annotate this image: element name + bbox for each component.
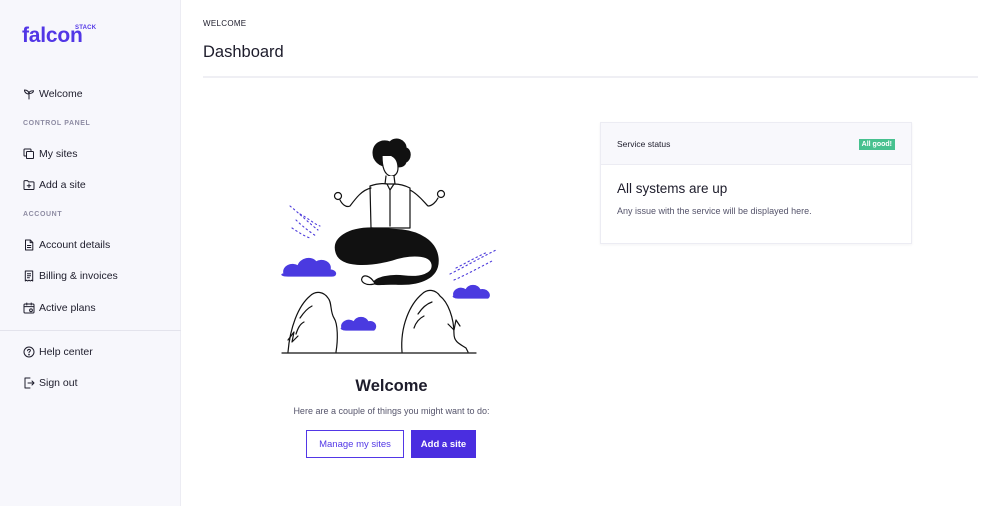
- welcome-subtitle: Here are a couple of things you might wa…: [293, 406, 490, 416]
- sidebar: falcon STACK Welcome CONTROL PANEL My si…: [0, 0, 181, 506]
- sidebar-item-label: Add a site: [39, 179, 86, 191]
- brand-logo[interactable]: falcon STACK: [22, 24, 102, 50]
- sidebar-item-label: Account details: [39, 239, 111, 251]
- add-site-button[interactable]: Add a site: [411, 430, 476, 458]
- sidebar-item-add-site[interactable]: Add a site: [23, 176, 86, 194]
- card-header-label: Service status: [617, 139, 671, 149]
- sidebar-item-label: Help center: [39, 346, 93, 358]
- sidebar-item-label: Active plans: [39, 302, 96, 314]
- header-divider: [203, 76, 978, 78]
- folder-plus-icon: [23, 180, 35, 190]
- section-control-panel: CONTROL PANEL: [23, 120, 91, 127]
- sidebar-item-label: Welcome: [39, 88, 83, 100]
- service-status-card: Service status All good! All systems are…: [600, 122, 912, 244]
- sidebar-item-label: Billing & invoices: [39, 270, 118, 282]
- sidebar-item-help-center[interactable]: Help center: [23, 343, 93, 361]
- section-account: ACCOUNT: [23, 211, 63, 218]
- calendar-icon: [23, 302, 35, 314]
- breadcrumb: WELCOME: [203, 19, 247, 28]
- sprout-icon: [24, 89, 34, 100]
- document-icon: [25, 239, 34, 251]
- help-circle-icon: [23, 346, 35, 358]
- meditation-illustration: [281, 138, 497, 354]
- sidebar-item-label: My sites: [39, 148, 78, 160]
- manage-my-sites-button[interactable]: Manage my sites: [306, 430, 404, 458]
- sidebar-item-active-plans[interactable]: Active plans: [23, 299, 96, 317]
- card-header: Service status All good!: [601, 123, 911, 165]
- sign-out-icon: [24, 377, 35, 389]
- page-title: Dashboard: [203, 43, 284, 61]
- sidebar-item-sign-out[interactable]: Sign out: [23, 374, 78, 392]
- brand-name: falcon: [22, 24, 83, 47]
- sidebar-item-account-details[interactable]: Account details: [23, 236, 110, 254]
- status-badge: All good!: [858, 139, 895, 150]
- sidebar-item-welcome[interactable]: Welcome: [23, 85, 83, 103]
- status-title: All systems are up: [617, 181, 728, 196]
- sidebar-item-my-sites[interactable]: My sites: [23, 145, 78, 163]
- sidebar-item-billing[interactable]: Billing & invoices: [23, 267, 118, 285]
- brand-tag: STACK: [75, 25, 97, 31]
- sidebar-divider: [0, 330, 181, 331]
- copy-icon: [23, 148, 34, 159]
- welcome-title: Welcome: [355, 377, 428, 395]
- receipt-icon: [24, 270, 34, 282]
- sidebar-item-label: Sign out: [39, 377, 78, 389]
- status-text: Any issue with the service will be displ…: [617, 206, 812, 216]
